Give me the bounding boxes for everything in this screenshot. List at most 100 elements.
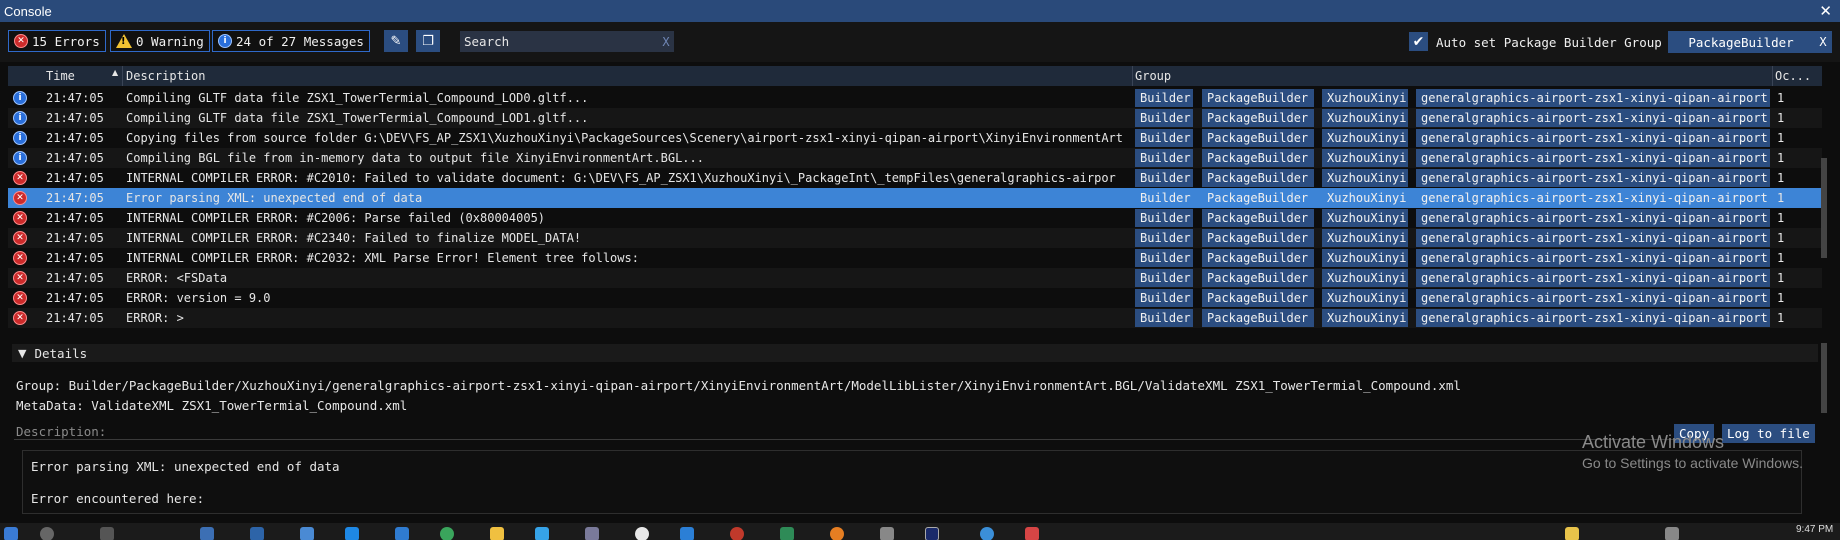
group-tag[interactable]: XuzhouXinyi [1322,169,1408,187]
group-tag[interactable]: generalgraphics-airport-zsx1-xinyi-qipan… [1416,189,1770,207]
search-input[interactable] [460,31,658,52]
group-tag[interactable]: PackageBuilder [1202,109,1314,127]
group-tag[interactable]: XuzhouXinyi [1322,309,1408,327]
task-view-icon[interactable] [100,527,114,540]
app-icon[interactable] [880,527,894,540]
app-icon[interactable] [730,527,744,540]
table-row[interactable]: ✕ 21:47:05 INTERNAL COMPILER ERROR: #C2032… [8,248,1822,268]
group-tag[interactable]: PackageBuilder [1202,229,1314,247]
column-divider[interactable] [122,66,123,86]
group-tag[interactable]: XuzhouXinyi [1322,209,1408,227]
group-tag[interactable]: generalgraphics-airport-zsx1-xinyi-qipan… [1416,89,1770,107]
group-tag[interactable]: generalgraphics-airport-zsx1-xinyi-qipan… [1416,209,1770,227]
group-tag[interactable]: XuzhouXinyi [1322,149,1408,167]
copy-all-button[interactable]: ❐ [416,30,440,52]
group-tag[interactable]: generalgraphics-airport-zsx1-xinyi-qipan… [1416,129,1770,147]
tray-icon[interactable] [1665,527,1679,540]
group-tag[interactable]: Builder [1135,289,1193,307]
table-row[interactable]: ✕ 21:47:05 INTERNAL COMPILER ERROR: #C2010… [8,168,1822,188]
search-icon[interactable] [40,527,54,540]
search-clear-button[interactable]: X [658,35,674,49]
app-icon[interactable] [1025,527,1039,540]
table-scrollbar[interactable] [1821,158,1827,258]
group-tag[interactable]: PackageBuilder [1202,129,1314,147]
errors-filter-button[interactable]: ✕ 15 Errors [8,30,106,52]
group-filter[interactable]: PackageBuilder X [1668,31,1832,53]
close-icon[interactable]: ✕ [1819,2,1832,20]
app-icon[interactable] [395,527,409,540]
group-tag[interactable]: generalgraphics-airport-zsx1-xinyi-qipan… [1416,269,1770,287]
group-tag[interactable]: PackageBuilder [1202,289,1314,307]
group-tag[interactable]: Builder [1135,129,1193,147]
group-tag[interactable]: XuzhouXinyi [1322,109,1408,127]
group-tag[interactable]: generalgraphics-airport-zsx1-xinyi-qipan… [1416,229,1770,247]
folder-icon[interactable] [490,527,504,540]
group-tag[interactable]: XuzhouXinyi [1322,229,1408,247]
table-row[interactable]: i 21:47:05 Compiling GLTF data file ZSX1_T… [8,88,1822,108]
group-filter-clear-button[interactable]: X [1814,35,1832,49]
app-icon[interactable] [345,527,359,540]
table-row[interactable]: i 21:47:05 Compiling GLTF data file ZSX1_T… [8,108,1822,128]
group-tag[interactable]: Builder [1135,209,1193,227]
app-icon[interactable] [250,527,264,540]
app-icon[interactable] [635,527,649,540]
details-scrollbar[interactable] [1821,343,1827,413]
group-tag[interactable]: generalgraphics-airport-zsx1-xinyi-qipan… [1416,289,1770,307]
app-icon[interactable] [585,527,599,540]
column-description[interactable]: Description [126,69,205,83]
column-divider[interactable] [1772,66,1773,86]
group-tag[interactable]: Builder [1135,229,1193,247]
clear-console-button[interactable]: ✎ [384,30,408,52]
column-group[interactable]: Group [1135,69,1171,83]
group-tag[interactable]: PackageBuilder [1202,309,1314,327]
start-icon[interactable] [4,527,18,540]
group-tag[interactable]: PackageBuilder [1202,89,1314,107]
group-tag[interactable]: Builder [1135,169,1193,187]
app-icon[interactable] [830,527,844,540]
group-tag[interactable]: PackageBuilder [1202,189,1314,207]
group-tag[interactable]: Builder [1135,189,1193,207]
group-tag[interactable]: Builder [1135,109,1193,127]
app-icon[interactable] [200,527,214,540]
group-tag[interactable]: Builder [1135,309,1193,327]
group-tag[interactable]: XuzhouXinyi [1322,249,1408,267]
table-row[interactable]: ✕ 21:47:05 ERROR: <FSData Builder PackageBui… [8,268,1822,288]
group-tag[interactable]: PackageBuilder [1202,209,1314,227]
column-divider[interactable] [1132,66,1133,86]
column-time[interactable]: Time [46,69,75,83]
group-tag[interactable]: generalgraphics-airport-zsx1-xinyi-qipan… [1416,309,1770,327]
app-icon[interactable] [535,527,549,540]
app-icon[interactable] [780,527,794,540]
group-tag[interactable]: Builder [1135,249,1193,267]
auto-set-group-checkbox[interactable]: ✔ [1409,32,1428,51]
group-tag[interactable]: Builder [1135,149,1193,167]
group-tag[interactable]: PackageBuilder [1202,169,1314,187]
code-editor-icon[interactable] [680,527,694,540]
group-tag[interactable]: Builder [1135,269,1193,287]
table-row[interactable]: ✕ 21:47:05 Error parsing XML: unexpected e… [8,188,1822,208]
table-row[interactable]: ✕ 21:47:05 INTERNAL COMPILER ERROR: #C2340… [8,228,1822,248]
description-text-area[interactable]: Error parsing XML: unexpected end of dat… [22,450,1802,514]
group-tag[interactable]: XuzhouXinyi [1322,189,1408,207]
column-occurrences[interactable]: Oc... [1775,69,1811,83]
group-tag[interactable]: PackageBuilder [1202,269,1314,287]
table-row[interactable]: ✕ 21:47:05 INTERNAL COMPILER ERROR: #C2006… [8,208,1822,228]
group-tag[interactable]: PackageBuilder [1202,249,1314,267]
group-tag[interactable]: generalgraphics-airport-zsx1-xinyi-qipan… [1416,169,1770,187]
group-tag[interactable]: Builder [1135,89,1193,107]
app-icon[interactable] [300,527,314,540]
table-row[interactable]: ✕ 21:47:05 ERROR: version = 9.0 Builder Pack… [8,288,1822,308]
group-tag[interactable]: XuzhouXinyi [1322,289,1408,307]
table-row[interactable]: ✕ 21:47:05 ERROR: > Builder PackageBuilder Xu… [8,308,1822,328]
browser-icon[interactable] [440,527,454,540]
warnings-filter-button[interactable]: ! 0 Warning [110,30,210,52]
group-tag[interactable]: generalgraphics-airport-zsx1-xinyi-qipan… [1416,109,1770,127]
tray-icon[interactable] [1565,527,1579,540]
details-header[interactable]: ▼ Details [12,344,1818,362]
group-tag[interactable]: generalgraphics-airport-zsx1-xinyi-qipan… [1416,149,1770,167]
table-row[interactable]: i 21:47:05 Compiling BGL file from in-memo… [8,148,1822,168]
messages-filter-button[interactable]: i 24 of 27 Messages [212,30,370,52]
group-tag[interactable]: generalgraphics-airport-zsx1-xinyi-qipan… [1416,249,1770,267]
group-tag[interactable]: XuzhouXinyi [1322,269,1408,287]
taskbar-clock[interactable]: 9:47 PM [1796,524,1833,535]
